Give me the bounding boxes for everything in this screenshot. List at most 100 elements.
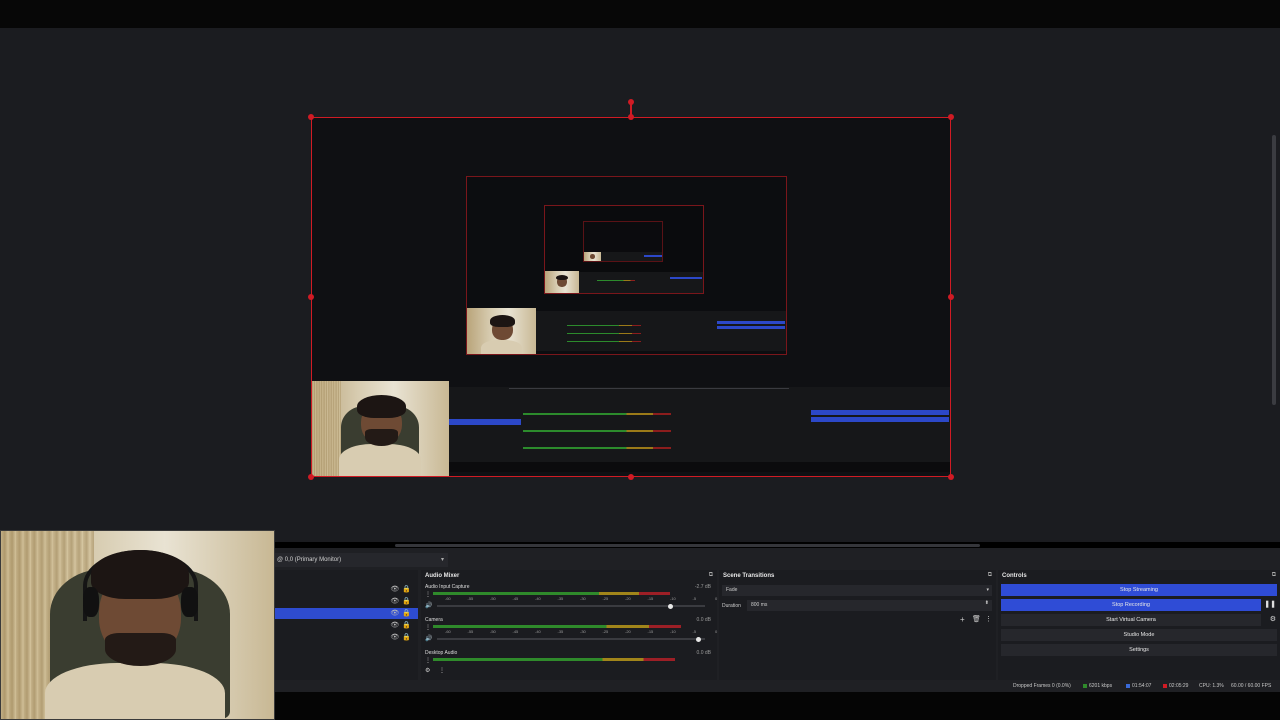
scene-transitions-title: Scene Transitions: [723, 573, 775, 579]
webcam-person-hair: [91, 549, 190, 599]
record-icon: [1163, 683, 1167, 688]
undock-icon[interactable]: ⧉: [988, 572, 992, 579]
rotation-handle[interactable]: [628, 99, 634, 105]
stop-recording-button[interactable]: Stop Recording: [1001, 599, 1261, 611]
preview-horizontal-scrollbar[interactable]: [395, 544, 980, 547]
audio-mixer-panel: Audio Mixer ⧉ Audio Input Capture -2.7 d…: [421, 570, 717, 680]
source-row-selected[interactable]: 👁🔒: [275, 608, 418, 619]
studio-mode-button[interactable]: Studio Mode: [1001, 629, 1277, 641]
meter-tick-label: -55: [467, 596, 474, 601]
webcam-person-body: [44, 662, 225, 719]
dropped-frames: Dropped Frames 0 (0.0%): [1013, 683, 1071, 689]
audio-mixer-title: Audio Mixer: [425, 573, 460, 579]
settings-button[interactable]: Settings: [1001, 644, 1277, 656]
resize-handle-bottom-right[interactable]: [948, 474, 954, 480]
spinner-icon[interactable]: ⬍: [985, 598, 989, 609]
level-meter: [433, 625, 681, 628]
mixer-menu-icon[interactable]: ⋮: [439, 667, 445, 674]
webcam-overlay: [0, 530, 275, 720]
meter-tick-label: -20: [625, 596, 631, 601]
bitrate-status: 6201 kbps: [1083, 683, 1112, 689]
speaker-icon[interactable]: 🔊: [425, 635, 432, 642]
cpu-usage: CPU: 1.3%: [1199, 683, 1224, 689]
resize-handle-bottom-left[interactable]: [308, 474, 314, 480]
meter-tick-label: -5: [692, 629, 697, 634]
source-row[interactable]: 👁🔒: [275, 596, 418, 607]
mixer-track-camera: Camera 0.0 dB ⋮ -60 -55 -50 -45 -40 -35 -30 -25…: [425, 617, 717, 647]
volume-slider[interactable]: [437, 636, 705, 642]
meter-tick-label: -60: [445, 629, 451, 634]
volume-slider-handle[interactable]: [667, 603, 673, 609]
track-db: 0.0 dB: [696, 650, 711, 656]
meter-tick-label: -5: [692, 596, 697, 601]
duration-input[interactable]: 800 ms ⬍: [747, 600, 992, 611]
meter-tick-label: -15: [647, 596, 654, 601]
rec-time-status: 02:05:29: [1163, 683, 1188, 689]
meter-ticks: -60 -55 -50 -45 -40 -35 -30 -25 -20 -15 -10 -5 0: [445, 596, 738, 601]
source-selection-box[interactable]: [311, 117, 951, 477]
kebab-menu-icon[interactable]: ⋮: [985, 615, 992, 623]
track-name: Desktop Audio: [425, 650, 458, 656]
visibility-lock-icons[interactable]: 👁🔒: [390, 585, 414, 593]
fps-readout: 60.00 / 60.00 FPS: [1231, 683, 1272, 689]
resize-handle-bottom[interactable]: [628, 474, 634, 480]
pause-icon[interactable]: ❚❚: [1264, 600, 1276, 608]
speaker-icon[interactable]: 🔊: [425, 602, 432, 609]
trash-icon[interactable]: 🗑: [972, 615, 981, 623]
visibility-lock-icons[interactable]: 👁🔒: [390, 633, 414, 641]
transition-select-value: Fade: [726, 587, 738, 593]
meter-tick-label: -50: [490, 629, 496, 634]
undock-icon[interactable]: ⧉: [1272, 572, 1276, 579]
kebab-menu-icon[interactable]: ⋮: [425, 591, 431, 598]
meter-tick-label: -60: [445, 596, 451, 601]
meter-tick-label: -10: [670, 596, 676, 601]
meter-ticks: -60 -55 -50 -45 -40 -35 -30 -25 -20 -15 -10 -5 0: [445, 629, 738, 634]
kebab-menu-icon[interactable]: ⋮: [425, 624, 431, 631]
track-name: Audio Input Capture: [425, 584, 470, 590]
resize-handle-top-left[interactable]: [308, 114, 314, 120]
obs-window: @ 0,0 (Primary Monitor) ▾ 👁🔒 👁🔒 👁🔒 👁🔒 👁🔒…: [0, 0, 1280, 720]
monitor-select[interactable]: @ 0,0 (Primary Monitor) ▾: [275, 553, 448, 567]
mixer-track-desktop-audio: Desktop Audio 0.0 dB ⋮: [425, 650, 713, 676]
meter-tick-label: -35: [557, 596, 564, 601]
headphone-right-cup: [181, 587, 198, 618]
level-meter: [433, 592, 670, 595]
level-meter: [433, 658, 675, 661]
track-db: 0.0 dB: [696, 617, 711, 623]
resize-handle-right[interactable]: [948, 294, 954, 300]
meter-tick-label: -20: [625, 629, 631, 634]
visibility-lock-icons[interactable]: 👁🔒: [390, 621, 414, 629]
stream-time: 01:54:07: [1132, 683, 1152, 689]
source-row[interactable]: 👁🔒: [275, 632, 418, 643]
chevron-down-icon: ▾: [986, 587, 989, 593]
headphone-left-cup: [82, 587, 100, 618]
top-bar: [0, 0, 1280, 28]
network-icon: [1083, 683, 1087, 688]
stop-streaming-button[interactable]: Stop Streaming: [1001, 584, 1277, 596]
volume-slider-handle[interactable]: [696, 636, 702, 642]
visibility-lock-icons[interactable]: 👁🔒: [390, 597, 414, 605]
resize-handle-left[interactable]: [308, 294, 314, 300]
meter-tick-label: -15: [647, 629, 654, 634]
duration-value: 800 ms: [751, 602, 768, 608]
volume-slider[interactable]: [437, 603, 705, 609]
meter-tick-label: -25: [602, 596, 609, 601]
meter-tick-label: -10: [670, 629, 676, 634]
source-row[interactable]: 👁🔒: [275, 584, 418, 595]
undock-icon[interactable]: ⧉: [709, 572, 713, 579]
kebab-menu-icon[interactable]: ⋮: [425, 657, 431, 664]
gear-icon[interactable]: ⚙: [1270, 615, 1276, 623]
bitrate-value: 6201 kbps: [1089, 683, 1113, 689]
start-virtual-camera-button[interactable]: Start Virtual Camera: [1001, 614, 1261, 626]
preview-vertical-scrollbar[interactable]: [1272, 135, 1276, 405]
chevron-down-icon: ▾: [440, 557, 444, 563]
source-row[interactable]: 👁🔒: [275, 620, 418, 631]
controls-title: Controls: [1002, 573, 1027, 579]
monitor-select-value: @ 0,0 (Primary Monitor): [277, 557, 342, 563]
visibility-lock-icons[interactable]: 👁🔒: [390, 609, 414, 617]
transition-select[interactable]: Fade ▾: [722, 585, 992, 596]
add-icon[interactable]: +: [960, 615, 965, 624]
resize-handle-top-right[interactable]: [948, 114, 954, 120]
mixer-settings-icon[interactable]: ⚙: [425, 667, 430, 674]
meter-tick-label: -50: [490, 596, 496, 601]
